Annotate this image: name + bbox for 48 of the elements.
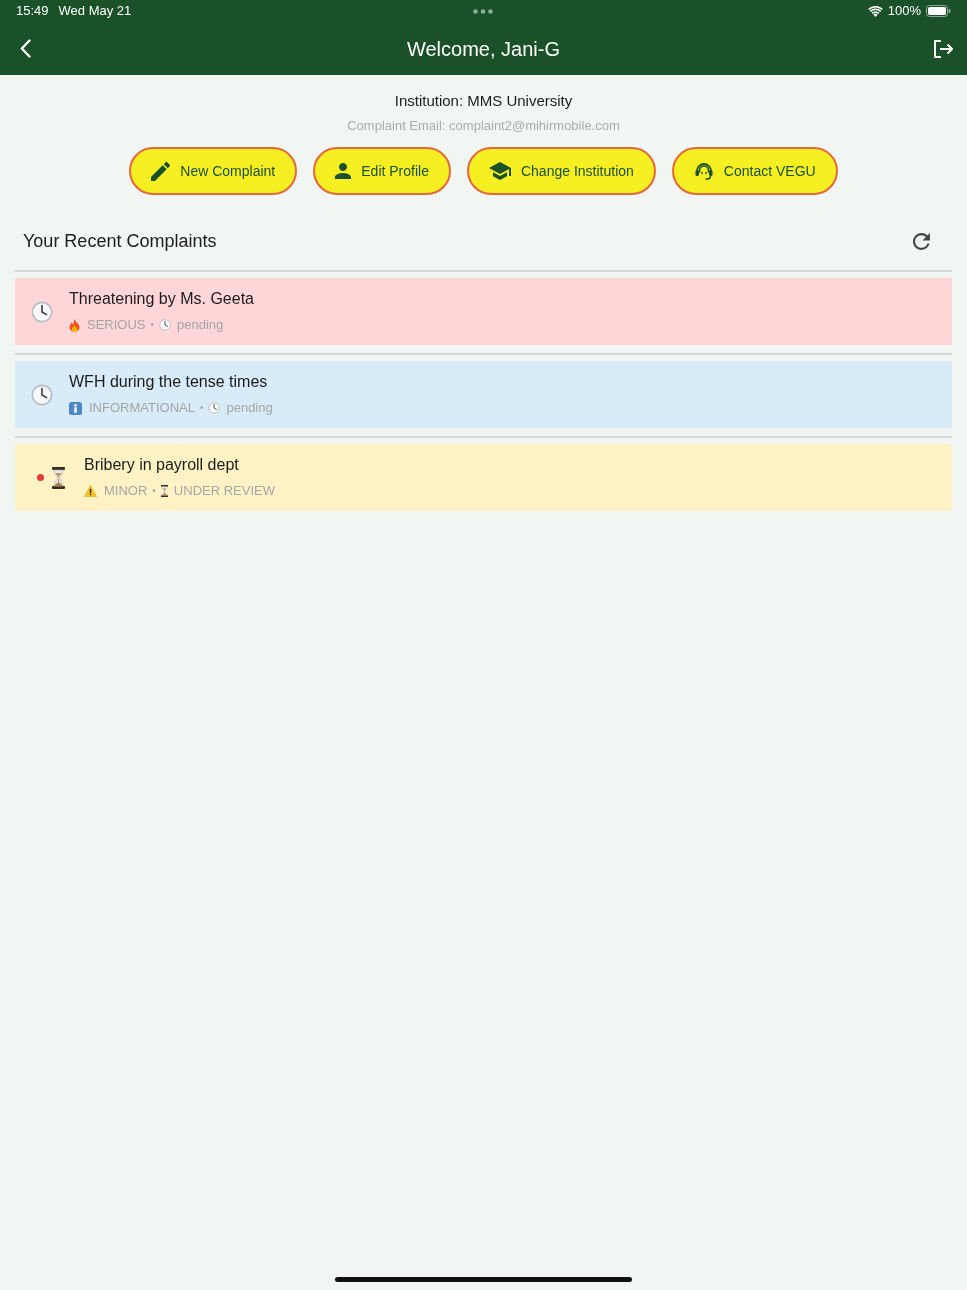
clock-icon	[31, 300, 53, 323]
flame-icon	[69, 318, 80, 332]
separator-text: •	[199, 401, 204, 415]
section-title: Your Recent Complaints	[23, 230, 217, 253]
graduation-cap-icon	[488, 162, 511, 180]
status-label: UNDER REVIEW	[173, 482, 275, 500]
logout-icon	[933, 39, 953, 58]
status-label: pending	[226, 399, 273, 417]
institution-name: Institution: MMS University	[394, 91, 573, 111]
headset-icon	[693, 161, 714, 181]
battery-icon	[926, 5, 951, 17]
complaint-title: Threatening by Ms. Geeta	[69, 289, 254, 309]
severity-label: MINOR	[104, 482, 148, 500]
action-button[interactable]: Change Institution	[466, 147, 656, 195]
clock-icon	[31, 383, 53, 406]
action-button[interactable]: Edit Profile	[313, 147, 451, 195]
hourglass-icon	[52, 466, 65, 489]
severity-label: INFORMATIONAL	[89, 399, 195, 417]
battery-percentage: 100%	[887, 2, 921, 21]
complaint-card[interactable]: Threatening by Ms. Geeta SERIOUS • pending	[15, 278, 952, 345]
severity-label: SERIOUS	[87, 316, 146, 334]
wifi-icon	[867, 5, 883, 17]
action-button[interactable]: Contact VEGU	[671, 147, 838, 195]
clock-icon	[208, 402, 221, 414]
person-icon	[335, 163, 352, 179]
back-button[interactable]	[20, 39, 31, 58]
complaint-email: Complaint Email: complaint2@mihirmobile.com	[347, 117, 620, 135]
screen-title: Welcome, Jani-G	[406, 36, 561, 62]
clock-icon	[159, 319, 172, 331]
complaint-card[interactable]: WFH during the tense times INFORMATIONAL • pending	[15, 361, 952, 428]
separator-text: •	[150, 318, 155, 332]
status-date: Wed May 21	[58, 2, 132, 21]
info-icon	[69, 401, 82, 415]
complaint-card[interactable]: Bribery in payroll dept MINOR • UNDER REVIEW	[15, 444, 952, 511]
hourglass-icon	[160, 485, 168, 497]
separator-text: •	[152, 484, 156, 498]
warning-icon	[84, 485, 97, 497]
status-label: pending	[177, 316, 224, 334]
pencil-icon	[151, 161, 171, 181]
refresh-button[interactable]	[913, 232, 930, 250]
complaint-title: Bribery in payroll dept	[84, 455, 240, 475]
ellipsis-icon[interactable]	[473, 9, 493, 14]
logout-button[interactable]	[933, 39, 953, 58]
action-button[interactable]: New Complaint	[129, 147, 298, 195]
complaint-title: WFH during the tense times	[69, 372, 269, 392]
status-time: 15:49	[16, 2, 49, 21]
chevron-left-icon	[20, 39, 31, 58]
refresh-icon	[913, 232, 930, 250]
